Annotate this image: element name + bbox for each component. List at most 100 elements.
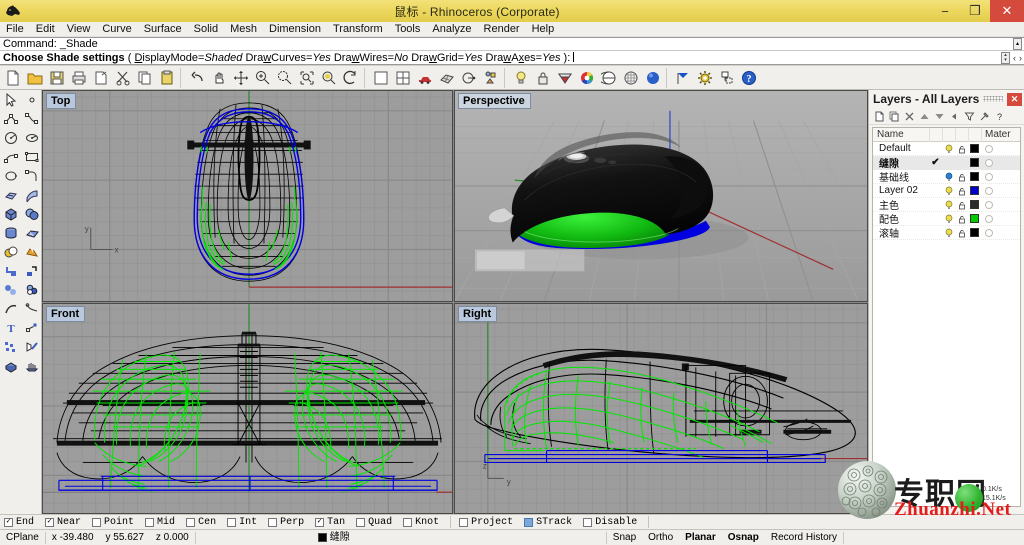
layer-current-mark[interactable]: ✔ — [929, 157, 942, 168]
circle-icon[interactable] — [0, 128, 21, 147]
lock-icon[interactable] — [532, 67, 554, 89]
unlocked-padlock-icon[interactable] — [955, 144, 968, 154]
viewport-right[interactable]: z y Right — [454, 303, 868, 514]
toggle-record-history[interactable]: Record History — [765, 530, 843, 545]
mesh-tools-icon[interactable] — [0, 356, 21, 375]
four-viewport-icon[interactable] — [392, 67, 414, 89]
toggle-osnap[interactable]: Osnap — [722, 530, 765, 545]
surface-patch-icon[interactable] — [21, 223, 42, 242]
flag-icon[interactable] — [672, 67, 694, 89]
sphere-group-icon[interactable] — [21, 280, 42, 299]
osnap-mid-checkbox[interactable] — [145, 517, 155, 527]
layers-table[interactable]: Name Mater Default 缝隙 ✔ 基础线 Layer 02 主色 … — [872, 127, 1021, 507]
table-row[interactable]: Layer 02 — [873, 184, 1020, 198]
split-icon[interactable] — [21, 261, 42, 280]
command-scroll-up-button[interactable]: ▴ — [1013, 38, 1022, 50]
toggle-ortho[interactable]: Ortho — [642, 530, 679, 545]
viewport-perspective-label[interactable]: Perspective — [458, 93, 531, 109]
light-bulb-icon[interactable] — [942, 228, 955, 238]
viewport-top[interactable]: y x Top — [42, 90, 453, 302]
osnap-knot[interactable]: Knot — [399, 517, 446, 528]
layer-material-circle[interactable] — [981, 186, 1020, 195]
toggle-planar[interactable]: Planar — [679, 530, 722, 545]
surface-edit-icon[interactable] — [0, 185, 21, 204]
command-option-drawaxes[interactable]: DrawAxes=Yes — [486, 52, 561, 64]
osnap-mid[interactable]: Mid — [141, 517, 182, 528]
layer-color-swatch[interactable] — [968, 158, 981, 167]
sphere-icon[interactable] — [21, 204, 42, 223]
unlocked-padlock-icon[interactable] — [955, 172, 968, 182]
command-spinner[interactable]: ▴ ▾ — [1001, 52, 1010, 64]
layer-color-swatch[interactable] — [968, 214, 981, 223]
layer-material-circle[interactable] — [981, 172, 1020, 181]
layers-panel-close-button[interactable]: ✕ — [1007, 92, 1022, 106]
transform-icon[interactable] — [0, 280, 21, 299]
layer-color-swatch[interactable] — [968, 172, 981, 181]
menu-file[interactable]: File — [0, 22, 30, 37]
command-next-button[interactable]: › — [1019, 51, 1022, 65]
curve-from-object-icon[interactable] — [458, 67, 480, 89]
cut-to-clipboard-icon[interactable] — [90, 67, 112, 89]
surface-loft-icon[interactable] — [21, 185, 42, 204]
paste-icon[interactable] — [156, 67, 178, 89]
ghosted-sphere-icon[interactable] — [620, 67, 642, 89]
osnap-point[interactable]: Point — [88, 517, 141, 528]
command-prompt-line[interactable]: Choose Shade settings ( DisplayMode=Shad… — [0, 51, 1024, 65]
unlocked-padlock-icon[interactable] — [955, 214, 968, 224]
column-header-material[interactable]: Mater — [981, 128, 1020, 142]
filter-icon[interactable] — [962, 109, 976, 124]
viewport-front[interactable]: Front — [42, 303, 453, 514]
osnap-knot-checkbox[interactable] — [403, 517, 413, 527]
command-prev-button[interactable]: ‹ — [1013, 51, 1016, 65]
osnap-int[interactable]: Int — [223, 517, 264, 528]
polyline-icon[interactable] — [0, 109, 21, 128]
menu-surface[interactable]: Surface — [138, 22, 188, 37]
boolean-difference-icon[interactable] — [21, 242, 42, 261]
restore-button[interactable]: ❐ — [960, 0, 990, 22]
menu-render[interactable]: Render — [478, 22, 526, 37]
copy-layer-icon[interactable] — [887, 109, 901, 124]
osnap-end[interactable]: End — [0, 517, 41, 528]
rotate-view-icon[interactable] — [340, 67, 362, 89]
light-bulb-icon[interactable] — [942, 214, 955, 224]
move-layer-down-icon[interactable] — [932, 109, 946, 124]
menu-analyze[interactable]: Analyze — [426, 22, 477, 37]
light-bulb-icon[interactable] — [942, 186, 955, 196]
object-properties-icon[interactable] — [480, 67, 502, 89]
light-bulb-icon[interactable] — [942, 172, 955, 182]
menu-tools[interactable]: Tools — [389, 22, 427, 37]
unlocked-padlock-icon[interactable] — [955, 200, 968, 210]
select-arrow-icon[interactable] — [0, 90, 21, 109]
unlocked-padlock-icon[interactable] — [955, 186, 968, 196]
menu-curve[interactable]: Curve — [96, 22, 137, 37]
close-button[interactable]: ✕ — [990, 0, 1024, 22]
command-option-drawwires[interactable]: DrawWires=No — [334, 52, 408, 64]
viewport-front-label[interactable]: Front — [46, 306, 86, 322]
zoom-window-icon[interactable] — [296, 67, 318, 89]
layer-color-swatch[interactable] — [968, 144, 981, 153]
menu-solid[interactable]: Solid — [188, 22, 224, 37]
osnap-project-checkbox[interactable] — [459, 517, 469, 527]
curve-tools-icon[interactable] — [0, 299, 21, 318]
osnap-end-checkbox[interactable] — [4, 517, 13, 527]
ellipse-center-icon[interactable] — [21, 128, 42, 147]
zoom-out-icon[interactable] — [274, 67, 296, 89]
layers-panel-drag-dots[interactable] — [983, 96, 1003, 102]
array-icon[interactable] — [0, 337, 21, 356]
options-gear-icon[interactable] — [694, 67, 716, 89]
layer-color-swatch[interactable] — [968, 200, 981, 209]
osnap-quad-checkbox[interactable] — [356, 517, 366, 527]
osnap-cen-checkbox[interactable] — [186, 517, 196, 527]
unlocked-padlock-icon[interactable] — [955, 228, 968, 238]
layer-material-circle[interactable] — [981, 228, 1020, 237]
undo-icon[interactable] — [186, 67, 208, 89]
cplane-label[interactable]: CPlane — [0, 530, 45, 545]
cylinder-icon[interactable] — [0, 223, 21, 242]
menu-transform[interactable]: Transform — [327, 22, 389, 37]
text-tool-icon[interactable]: T — [0, 318, 21, 337]
osnap-perp-checkbox[interactable] — [268, 517, 278, 527]
viewport-right-label[interactable]: Right — [458, 306, 498, 322]
column-header-current[interactable] — [929, 128, 942, 142]
command-option-drawcurves[interactable]: DrawCurves=Yes — [245, 52, 330, 64]
menu-edit[interactable]: Edit — [30, 22, 61, 37]
